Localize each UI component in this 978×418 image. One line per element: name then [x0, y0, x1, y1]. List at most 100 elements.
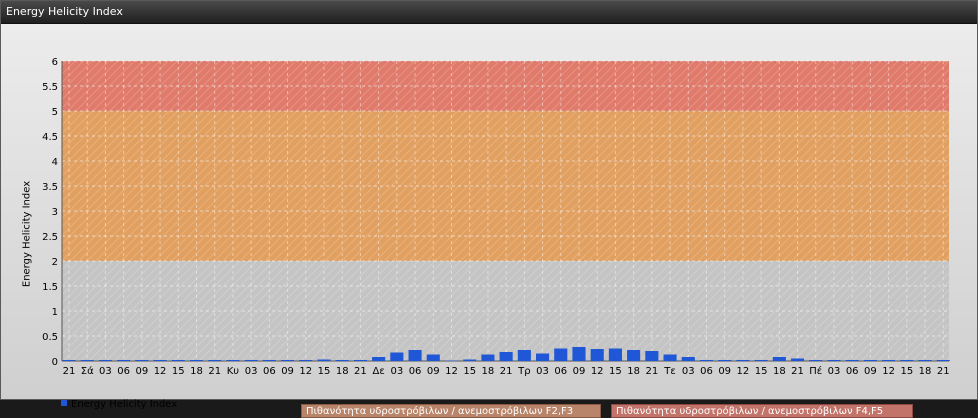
x-tick-label: 18: [773, 366, 786, 377]
x-tick-label: 18: [190, 366, 203, 377]
bar: [663, 354, 677, 361]
x-tick-label: 09: [864, 366, 877, 377]
x-tick-label: 21: [208, 366, 221, 377]
x-tick-label: 06: [554, 366, 567, 377]
bar: [827, 360, 841, 361]
x-tick-label: 15: [463, 366, 476, 377]
y-tick-label: 0.5: [42, 332, 58, 343]
bar: [335, 360, 349, 361]
x-tick-label: 06: [117, 366, 130, 377]
x-tick-label: 09: [573, 366, 586, 377]
x-tick-label: 21: [937, 366, 950, 377]
bar: [244, 360, 258, 361]
x-tick-label: 18: [482, 366, 495, 377]
x-tick-label: Σά: [81, 365, 94, 377]
bar: [171, 360, 185, 361]
bar: [882, 360, 896, 361]
bar: [517, 350, 531, 361]
x-tick-label: 03: [390, 366, 403, 377]
bar: [372, 357, 386, 361]
bar: [645, 351, 659, 361]
bar: [426, 354, 440, 361]
bar: [535, 353, 550, 361]
bar: [463, 359, 477, 361]
bar: [918, 360, 932, 361]
bar: [153, 360, 167, 361]
chart-window: Energy Helicity Index 0 0.5 1 1.5 2 2.5 3 3.5 4 4…: [0, 0, 978, 418]
bar: [572, 347, 586, 361]
x-tick-label: 18: [919, 366, 932, 377]
x-tick-label: 09: [427, 366, 440, 377]
x-tick-label: 12: [882, 366, 895, 377]
x-tick-label: 21: [500, 366, 513, 377]
bar: [135, 360, 149, 361]
bar: [481, 354, 495, 361]
zone-legend-f2f3: Πιθανότητα υδροστρόβιλων / ανεμοστρόβιλω…: [301, 404, 601, 418]
title-bar: Energy Helicity Index: [1, 1, 977, 24]
y-tick-label: 5: [52, 107, 58, 118]
x-tick-label: Πέ: [809, 365, 822, 377]
bar: [900, 360, 914, 361]
bar: [790, 358, 805, 361]
x-tick-label: 15: [318, 366, 331, 377]
bar: [444, 360, 459, 361]
bar: [62, 360, 76, 361]
x-tick-label: 18: [336, 366, 349, 377]
y-tick-label: 1: [52, 307, 58, 318]
bar: [208, 360, 222, 361]
x-tick-label: 21: [63, 366, 76, 377]
series-swatch: [61, 400, 67, 406]
x-tick-label: 06: [409, 366, 422, 377]
x-tick-label: 12: [445, 366, 458, 377]
bar: [80, 360, 94, 361]
x-tick-label: Τρ: [517, 366, 530, 377]
bar: [554, 348, 568, 361]
y-axis-label: Energy Helicity Index: [21, 180, 33, 288]
x-tick-label: Δε: [373, 366, 385, 377]
y-tick-label: 5.5: [42, 82, 58, 93]
bar: [936, 360, 950, 361]
bar: [772, 357, 786, 361]
bar: [281, 360, 295, 361]
bar: [681, 357, 695, 361]
chart-svg: 0 0.5 1 1.5 2 2.5 3 3.5 4 4.5 5 5.5 6 21 Σά 03 06 09 12 15 1…: [42, 57, 950, 377]
x-tick-label: 15: [172, 366, 185, 377]
bar: [627, 350, 641, 361]
x-tick-label: 21: [791, 366, 804, 377]
x-tick-label: 03: [99, 366, 112, 377]
series-legend-label: Energy Helicity Index: [71, 399, 178, 410]
bar: [736, 360, 750, 361]
y-tick-label: 4.5: [42, 132, 58, 143]
zone-legend-f4f5: Πιθανότητα υδροστρόβιλων / ανεμοστρόβιλω…: [611, 404, 913, 418]
y-tick-label: 2.5: [42, 232, 58, 243]
x-tick-label: 15: [609, 366, 622, 377]
bar: [98, 360, 112, 361]
y-tick-label: 4: [52, 157, 58, 168]
x-tick-label: 12: [591, 366, 604, 377]
x-tick-label: 12: [299, 366, 312, 377]
x-tick-label: 03: [828, 366, 841, 377]
x-tick-label: 09: [281, 366, 294, 377]
zone-legend-f4f5-label: Πιθανότητα υδροστρόβιλων / ανεμοστρόβιλω…: [616, 406, 884, 417]
bar: [863, 360, 877, 361]
x-tick-label: 06: [700, 366, 713, 377]
bar: [317, 359, 331, 361]
bar: [699, 360, 714, 361]
x-tick-label: 03: [536, 366, 549, 377]
bar: [718, 360, 732, 361]
x-tick-label: 21: [354, 366, 367, 377]
bar: [353, 360, 367, 361]
bar: [809, 360, 823, 361]
bar: [117, 360, 131, 361]
x-tick-label: 03: [682, 366, 695, 377]
zone-legend-f2f3-label: Πιθανότητα υδροστρόβιλων / ανεμοστρόβιλω…: [306, 406, 574, 417]
x-tick-label: 03: [245, 366, 258, 377]
x-tick-label: 21: [645, 366, 658, 377]
bar: [608, 348, 622, 361]
bar: [499, 352, 513, 361]
x-tick-label: 18: [627, 366, 640, 377]
x-tick-label: 09: [718, 366, 731, 377]
y-tick-label: 1.5: [42, 282, 58, 293]
series-legend[interactable]: Energy Helicity Index: [61, 399, 177, 410]
x-tick-label: 15: [900, 366, 913, 377]
